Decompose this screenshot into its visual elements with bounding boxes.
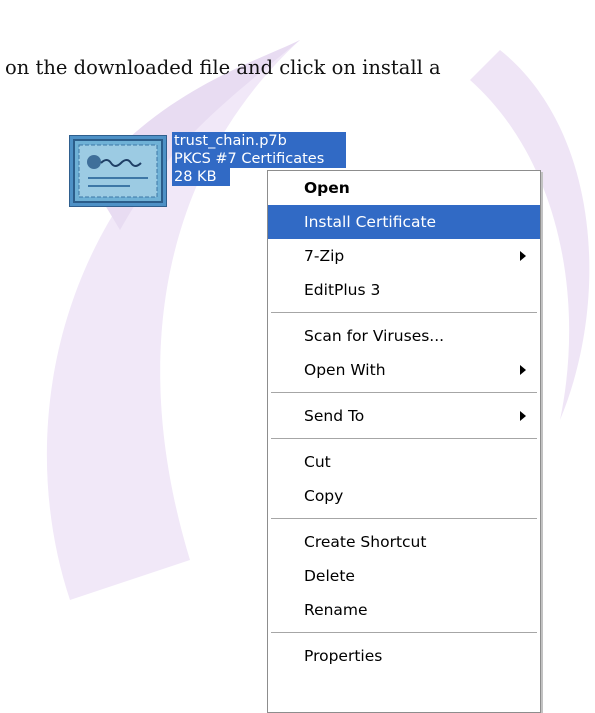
menu-item-label: Properties <box>304 647 383 665</box>
menu-item-label: Send To <box>304 407 365 425</box>
submenu-arrow-icon <box>520 251 526 261</box>
menu-separator <box>268 433 540 445</box>
menu-item-label: Open With <box>304 361 386 379</box>
menu-item-scan-for-viruses[interactable]: Scan for Viruses... <box>268 319 540 353</box>
menu-item-label: Copy <box>304 487 344 505</box>
menu-separator <box>268 627 540 639</box>
menu-separator <box>268 307 540 319</box>
file-size: 28 KB <box>172 168 230 186</box>
menu-item-label: Delete <box>304 567 355 585</box>
submenu-arrow-icon <box>520 411 526 421</box>
menu-item-label: Open <box>304 179 350 197</box>
menu-item-rename[interactable]: Rename <box>268 593 540 627</box>
menu-item-copy[interactable]: Copy <box>268 479 540 513</box>
menu-item-7zip[interactable]: 7-Zip <box>268 239 540 273</box>
certificate-icon[interactable] <box>69 135 167 207</box>
file-name: trust_chain.p7b <box>172 132 346 150</box>
file-type: PKCS #7 Certificates <box>172 150 346 168</box>
menu-item-cut[interactable]: Cut <box>268 445 540 479</box>
menu-item-create-shortcut[interactable]: Create Shortcut <box>268 525 540 559</box>
instruction-text: on the downloaded file and click on inst… <box>5 56 441 79</box>
menu-item-label: Install Certificate <box>304 213 437 231</box>
menu-item-label: Cut <box>304 453 331 471</box>
context-menu: Open Install Certificate 7-Zip EditPlus … <box>267 170 541 713</box>
menu-item-label: 7-Zip <box>304 247 345 265</box>
menu-item-properties[interactable]: Properties <box>268 639 540 673</box>
menu-item-open-with[interactable]: Open With <box>268 353 540 387</box>
menu-item-label: Rename <box>304 601 368 619</box>
menu-item-delete[interactable]: Delete <box>268 559 540 593</box>
menu-item-label: Create Shortcut <box>304 533 427 551</box>
menu-item-open[interactable]: Open <box>268 171 540 205</box>
menu-separator <box>268 513 540 525</box>
submenu-arrow-icon <box>520 365 526 375</box>
menu-item-install-certificate[interactable]: Install Certificate <box>268 205 540 239</box>
menu-separator <box>268 387 540 399</box>
menu-item-label: EditPlus 3 <box>304 281 381 299</box>
menu-item-send-to[interactable]: Send To <box>268 399 540 433</box>
menu-item-label: Scan for Viruses... <box>304 327 445 345</box>
menu-item-editplus[interactable]: EditPlus 3 <box>268 273 540 307</box>
